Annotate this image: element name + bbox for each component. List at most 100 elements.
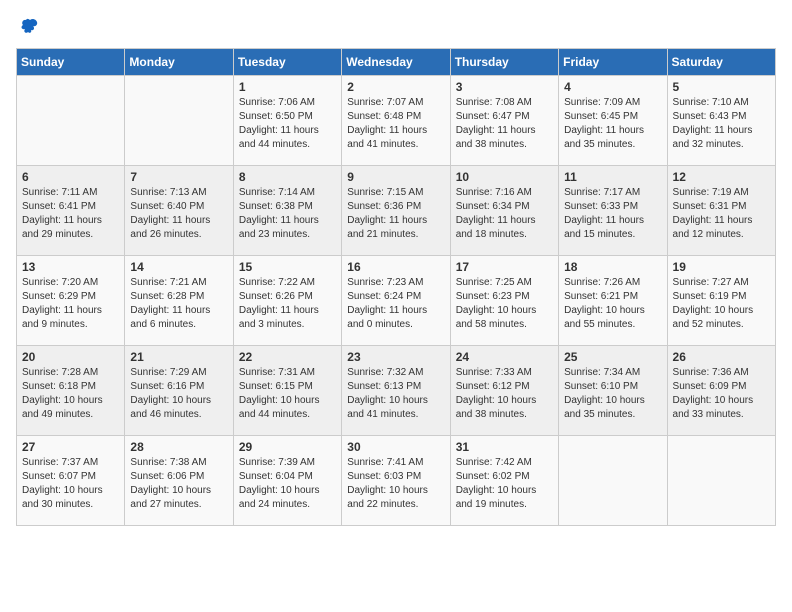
day-info: Sunrise: 7:31 AM Sunset: 6:15 PM Dayligh… bbox=[239, 366, 336, 422]
day-number: 31 bbox=[456, 440, 553, 454]
calendar-cell: 29 Sunrise: 7:39 AM Sunset: 6:04 PM Dayli… bbox=[233, 436, 341, 526]
day-number: 23 bbox=[347, 350, 444, 364]
day-number: 4 bbox=[564, 80, 661, 94]
day-number: 28 bbox=[130, 440, 227, 454]
calendar-table: SundayMondayTuesdayWednesdayThursdayFrid… bbox=[16, 48, 776, 526]
calendar-cell: 3 Sunrise: 7:08 AM Sunset: 6:47 PM Daylig… bbox=[450, 76, 558, 166]
calendar-cell bbox=[125, 76, 233, 166]
calendar-cell: 6 Sunrise: 7:11 AM Sunset: 6:41 PM Daylig… bbox=[17, 166, 125, 256]
calendar-cell: 14Sunrise: 7:21 AM Sunset: 6:28 PM Dayli… bbox=[125, 256, 233, 346]
day-number: 24 bbox=[456, 350, 553, 364]
calendar-cell: 7 Sunrise: 7:13 AM Sunset: 6:40 PM Daylig… bbox=[125, 166, 233, 256]
day-info: Sunrise: 7:11 AM Sunset: 6:41 PM Dayligh… bbox=[22, 186, 119, 242]
day-info: Sunrise: 7:34 AM Sunset: 6:10 PM Dayligh… bbox=[564, 366, 661, 422]
day-number: 2 bbox=[347, 80, 444, 94]
day-info: Sunrise: 7:23 AM Sunset: 6:24 PM Dayligh… bbox=[347, 276, 444, 332]
day-info: Sunrise: 7:33 AM Sunset: 6:12 PM Dayligh… bbox=[456, 366, 553, 422]
day-number: 27 bbox=[22, 440, 119, 454]
calendar-cell: 16 Sunrise: 7:23 AM Sunset: 6:24 PM Dayli… bbox=[342, 256, 450, 346]
day-info: Sunrise: 7:17 AM Sunset: 6:33 PM Dayligh… bbox=[564, 186, 661, 242]
day-info: Sunrise: 7:39 AM Sunset: 6:04 PM Dayligh… bbox=[239, 456, 336, 512]
day-number: 9 bbox=[347, 170, 444, 184]
logo bbox=[16, 16, 40, 38]
day-number: 18 bbox=[564, 260, 661, 274]
dow-header-tuesday: Tuesday bbox=[233, 49, 341, 76]
calendar-cell bbox=[667, 436, 775, 526]
calendar-cell: 18 Sunrise: 7:26 AM Sunset: 6:21 PM Dayli… bbox=[559, 256, 667, 346]
dow-header-monday: Monday bbox=[125, 49, 233, 76]
calendar-cell: 27 Sunrise: 7:37 AM Sunset: 6:07 PM Dayli… bbox=[17, 436, 125, 526]
calendar-cell: 4 Sunrise: 7:09 AM Sunset: 6:45 PM Daylig… bbox=[559, 76, 667, 166]
calendar-cell: 11Sunrise: 7:17 AM Sunset: 6:33 PM Dayli… bbox=[559, 166, 667, 256]
day-number: 13 bbox=[22, 260, 119, 274]
day-number: 25 bbox=[564, 350, 661, 364]
day-info: Sunrise: 7:25 AM Sunset: 6:23 PM Dayligh… bbox=[456, 276, 553, 332]
logo-bird-icon bbox=[18, 16, 40, 38]
calendar-cell bbox=[559, 436, 667, 526]
day-info: Sunrise: 7:37 AM Sunset: 6:07 PM Dayligh… bbox=[22, 456, 119, 512]
calendar-cell bbox=[17, 76, 125, 166]
day-info: Sunrise: 7:19 AM Sunset: 6:31 PM Dayligh… bbox=[673, 186, 770, 242]
dow-header-wednesday: Wednesday bbox=[342, 49, 450, 76]
day-number: 19 bbox=[673, 260, 770, 274]
day-info: Sunrise: 7:07 AM Sunset: 6:48 PM Dayligh… bbox=[347, 96, 444, 152]
calendar-cell: 5Sunrise: 7:10 AM Sunset: 6:43 PM Daylig… bbox=[667, 76, 775, 166]
dow-header-saturday: Saturday bbox=[667, 49, 775, 76]
day-number: 1 bbox=[239, 80, 336, 94]
calendar-cell: 23 Sunrise: 7:32 AM Sunset: 6:13 PM Dayli… bbox=[342, 346, 450, 436]
day-info: Sunrise: 7:06 AM Sunset: 6:50 PM Dayligh… bbox=[239, 96, 336, 152]
day-number: 21 bbox=[130, 350, 227, 364]
day-info: Sunrise: 7:32 AM Sunset: 6:13 PM Dayligh… bbox=[347, 366, 444, 422]
day-info: Sunrise: 7:16 AM Sunset: 6:34 PM Dayligh… bbox=[456, 186, 553, 242]
day-number: 26 bbox=[673, 350, 770, 364]
day-number: 16 bbox=[347, 260, 444, 274]
day-number: 12 bbox=[673, 170, 770, 184]
day-number: 17 bbox=[456, 260, 553, 274]
day-info: Sunrise: 7:10 AM Sunset: 6:43 PM Dayligh… bbox=[673, 96, 770, 152]
day-info: Sunrise: 7:42 AM Sunset: 6:02 PM Dayligh… bbox=[456, 456, 553, 512]
week-row-5: 27 Sunrise: 7:37 AM Sunset: 6:07 PM Dayli… bbox=[17, 436, 776, 526]
day-info: Sunrise: 7:41 AM Sunset: 6:03 PM Dayligh… bbox=[347, 456, 444, 512]
calendar-cell: 12 Sunrise: 7:19 AM Sunset: 6:31 PM Dayli… bbox=[667, 166, 775, 256]
day-number: 20 bbox=[22, 350, 119, 364]
day-number: 7 bbox=[130, 170, 227, 184]
day-number: 15 bbox=[239, 260, 336, 274]
calendar-cell: 24 Sunrise: 7:33 AM Sunset: 6:12 PM Dayli… bbox=[450, 346, 558, 436]
calendar-cell: 13Sunrise: 7:20 AM Sunset: 6:29 PM Dayli… bbox=[17, 256, 125, 346]
day-number: 14 bbox=[130, 260, 227, 274]
day-number: 8 bbox=[239, 170, 336, 184]
calendar-cell: 8 Sunrise: 7:14 AM Sunset: 6:38 PM Daylig… bbox=[233, 166, 341, 256]
day-info: Sunrise: 7:27 AM Sunset: 6:19 PM Dayligh… bbox=[673, 276, 770, 332]
day-number: 3 bbox=[456, 80, 553, 94]
week-row-2: 6 Sunrise: 7:11 AM Sunset: 6:41 PM Daylig… bbox=[17, 166, 776, 256]
dow-header-friday: Friday bbox=[559, 49, 667, 76]
calendar-cell: 17 Sunrise: 7:25 AM Sunset: 6:23 PM Dayli… bbox=[450, 256, 558, 346]
week-row-4: 20 Sunrise: 7:28 AM Sunset: 6:18 PM Dayli… bbox=[17, 346, 776, 436]
day-number: 29 bbox=[239, 440, 336, 454]
day-number: 6 bbox=[22, 170, 119, 184]
day-info: Sunrise: 7:13 AM Sunset: 6:40 PM Dayligh… bbox=[130, 186, 227, 242]
calendar-cell: 19 Sunrise: 7:27 AM Sunset: 6:19 PM Dayli… bbox=[667, 256, 775, 346]
day-number: 10 bbox=[456, 170, 553, 184]
week-row-1: 1 Sunrise: 7:06 AM Sunset: 6:50 PM Daylig… bbox=[17, 76, 776, 166]
day-info: Sunrise: 7:38 AM Sunset: 6:06 PM Dayligh… bbox=[130, 456, 227, 512]
day-info: Sunrise: 7:08 AM Sunset: 6:47 PM Dayligh… bbox=[456, 96, 553, 152]
calendar-cell: 26 Sunrise: 7:36 AM Sunset: 6:09 PM Dayli… bbox=[667, 346, 775, 436]
day-info: Sunrise: 7:15 AM Sunset: 6:36 PM Dayligh… bbox=[347, 186, 444, 242]
day-info: Sunrise: 7:14 AM Sunset: 6:38 PM Dayligh… bbox=[239, 186, 336, 242]
calendar-cell: 22 Sunrise: 7:31 AM Sunset: 6:15 PM Dayli… bbox=[233, 346, 341, 436]
day-info: Sunrise: 7:28 AM Sunset: 6:18 PM Dayligh… bbox=[22, 366, 119, 422]
day-info: Sunrise: 7:26 AM Sunset: 6:21 PM Dayligh… bbox=[564, 276, 661, 332]
day-info: Sunrise: 7:09 AM Sunset: 6:45 PM Dayligh… bbox=[564, 96, 661, 152]
calendar-cell: 1 Sunrise: 7:06 AM Sunset: 6:50 PM Daylig… bbox=[233, 76, 341, 166]
page-header bbox=[16, 16, 776, 38]
dow-header-sunday: Sunday bbox=[17, 49, 125, 76]
day-info: Sunrise: 7:22 AM Sunset: 6:26 PM Dayligh… bbox=[239, 276, 336, 332]
day-info: Sunrise: 7:36 AM Sunset: 6:09 PM Dayligh… bbox=[673, 366, 770, 422]
calendar-cell: 21Sunrise: 7:29 AM Sunset: 6:16 PM Dayli… bbox=[125, 346, 233, 436]
calendar-cell: 15 Sunrise: 7:22 AM Sunset: 6:26 PM Dayli… bbox=[233, 256, 341, 346]
calendar-cell: 9 Sunrise: 7:15 AM Sunset: 6:36 PM Daylig… bbox=[342, 166, 450, 256]
calendar-cell: 25 Sunrise: 7:34 AM Sunset: 6:10 PM Dayli… bbox=[559, 346, 667, 436]
day-number: 22 bbox=[239, 350, 336, 364]
week-row-3: 13Sunrise: 7:20 AM Sunset: 6:29 PM Dayli… bbox=[17, 256, 776, 346]
